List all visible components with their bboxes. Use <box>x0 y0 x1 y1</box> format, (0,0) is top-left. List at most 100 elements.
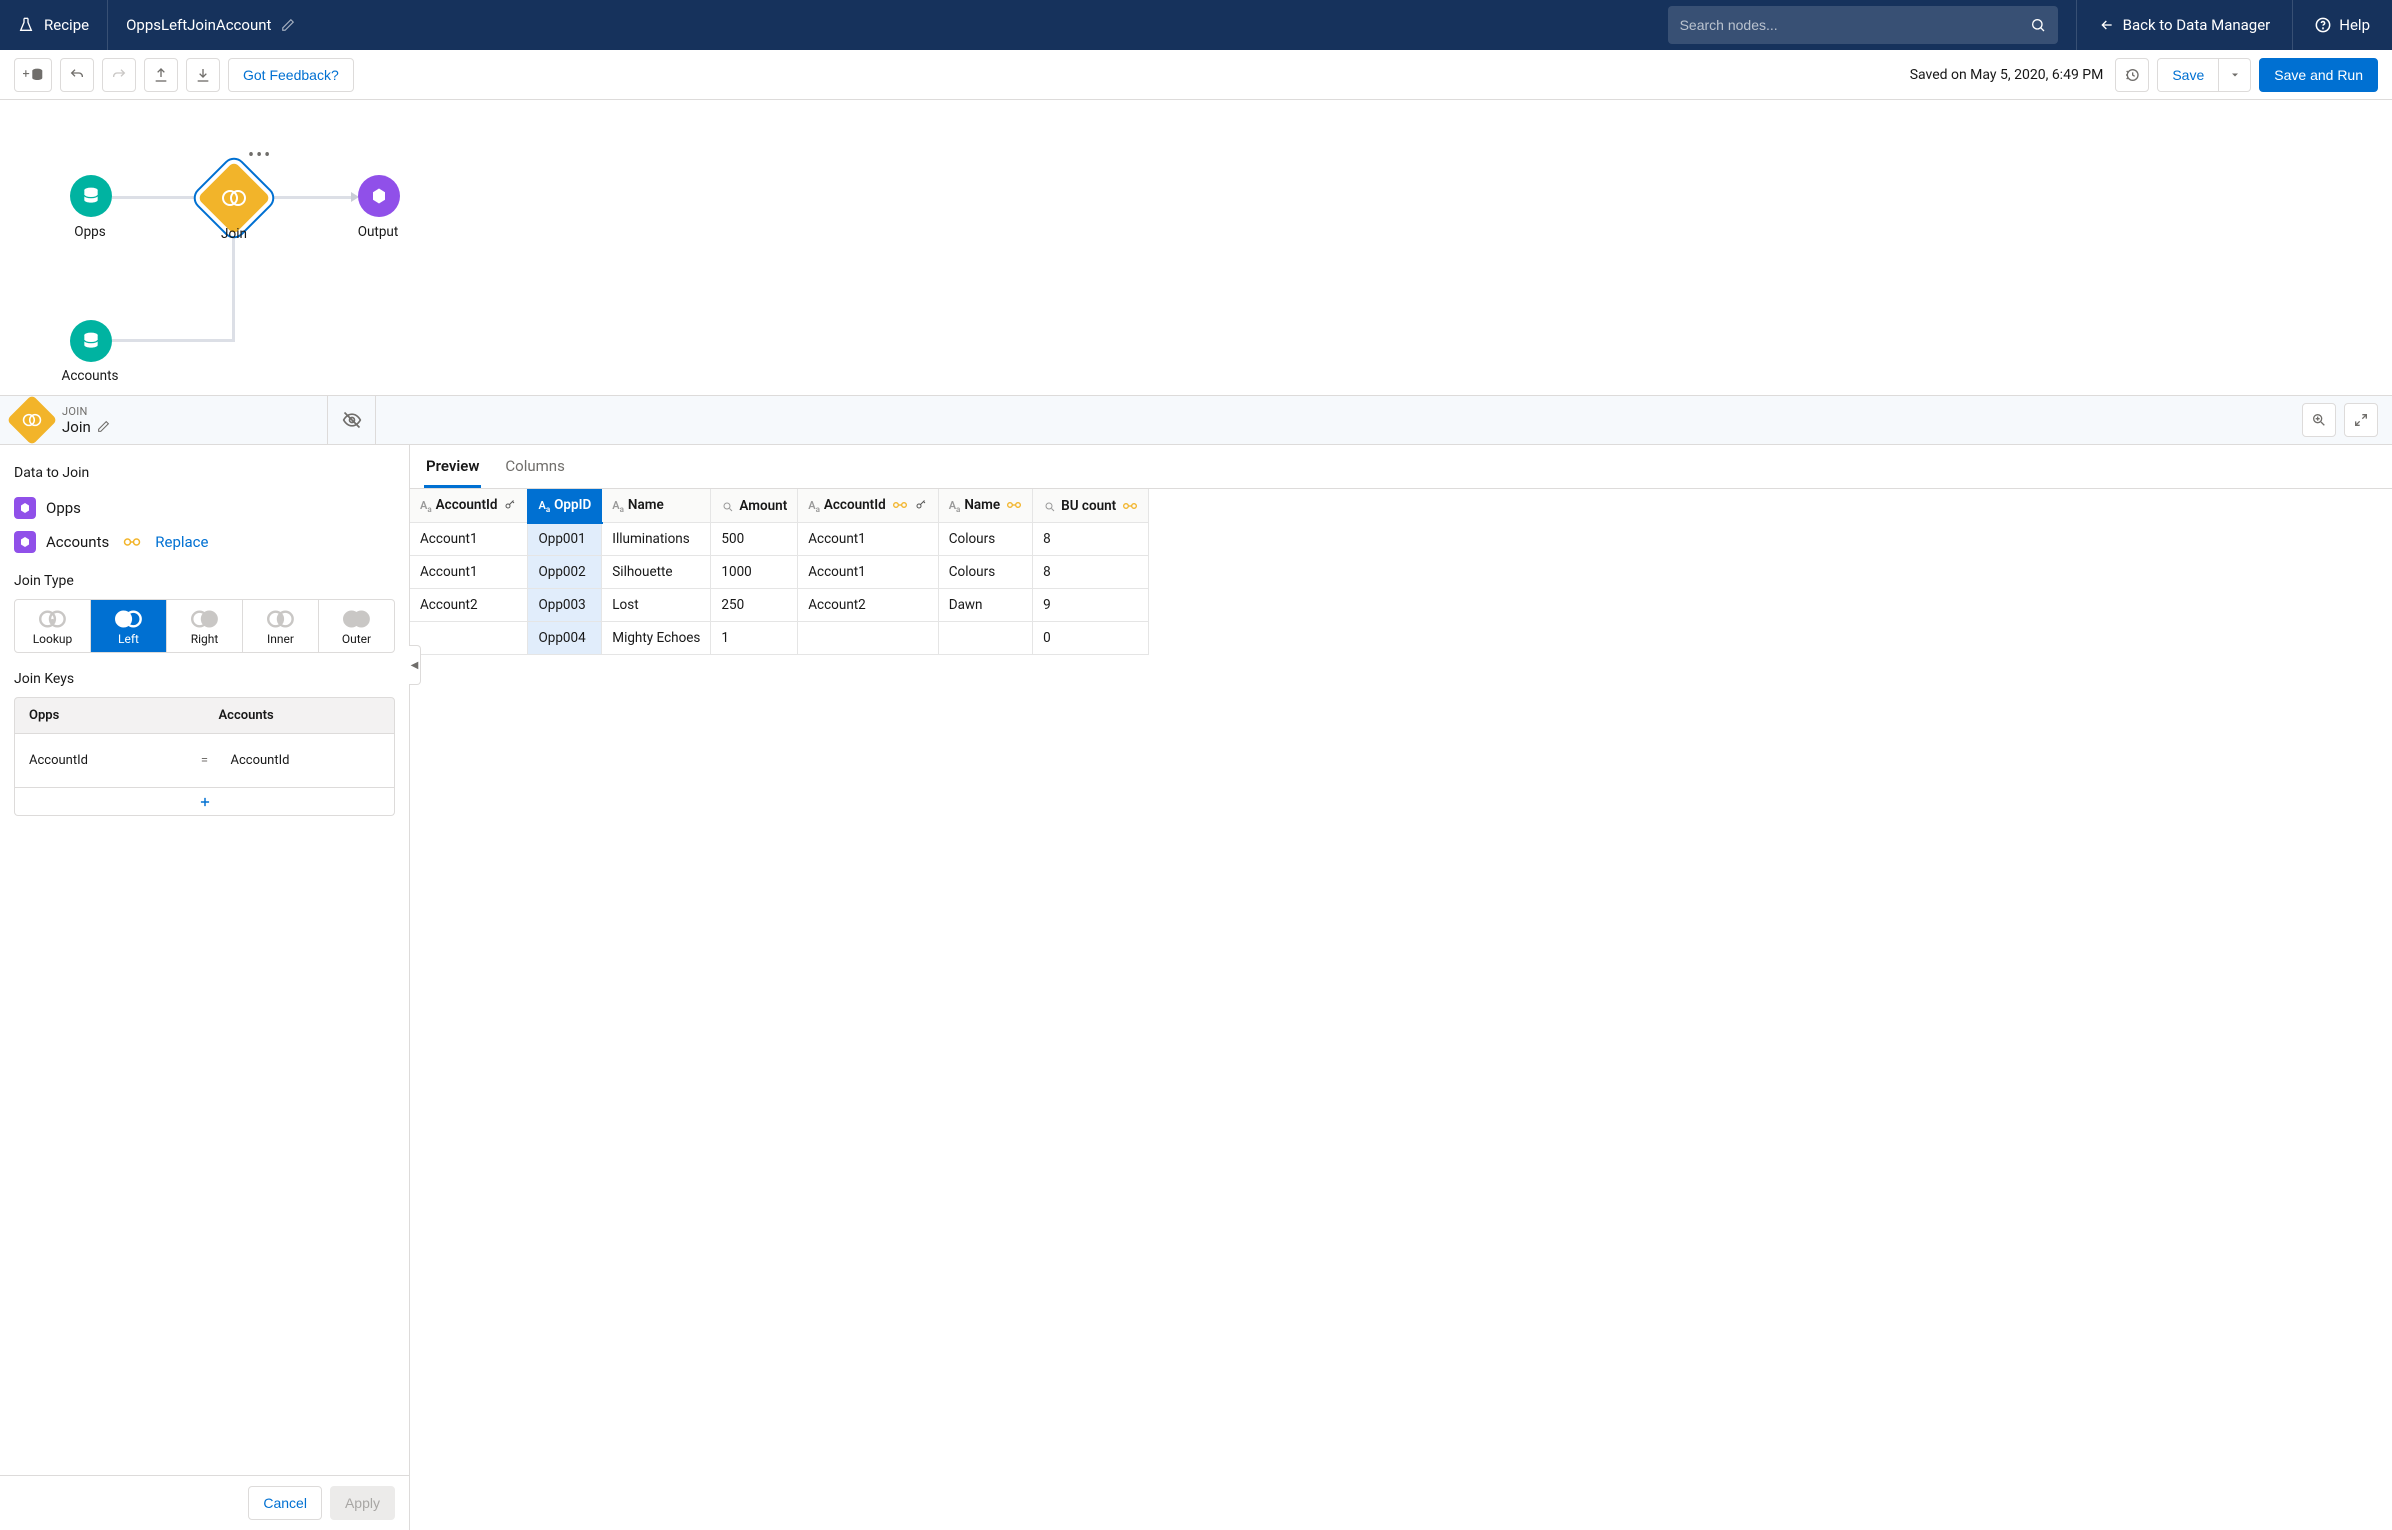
venn-left-icon <box>115 608 142 630</box>
cell[interactable]: Lost <box>602 589 711 622</box>
table-row[interactable]: Account2Opp003Lost250Account2Dawn9 <box>410 589 1149 622</box>
recipe-title: OppsLeftJoinAccount <box>126 16 271 34</box>
column-header-OppID[interactable]: AaOppID <box>528 489 602 523</box>
apply-button[interactable]: Apply <box>330 1486 395 1520</box>
type-icon <box>721 500 735 513</box>
collapse-sidepanel[interactable]: ◀ <box>409 645 421 685</box>
data-item: Opps <box>14 491 395 525</box>
join-type-outer[interactable]: Outer <box>318 600 394 652</box>
node-output[interactable] <box>358 175 400 217</box>
feedback-button[interactable]: Got Feedback? <box>228 58 354 92</box>
zoom-preview-button[interactable] <box>2302 403 2336 437</box>
cell[interactable]: Account1 <box>798 523 938 556</box>
saved-timestamp: Saved on May 5, 2020, 6:49 PM <box>1910 67 2104 83</box>
type-icon: Aa <box>949 499 961 512</box>
toggle-preview-visibility[interactable] <box>328 396 376 444</box>
cell[interactable] <box>938 622 1032 655</box>
node-opps[interactable] <box>70 175 112 217</box>
join-type-inner[interactable]: Inner <box>242 600 318 652</box>
eye-off-icon <box>342 410 362 430</box>
help-link[interactable]: Help <box>2292 0 2392 50</box>
column-header-AccountId[interactable]: AaAccountId <box>410 489 528 523</box>
cell[interactable]: 0 <box>1033 622 1149 655</box>
table-row[interactable]: Account1Opp001Illuminations500Account1Co… <box>410 523 1149 556</box>
cell[interactable]: Opp001 <box>528 523 602 556</box>
column-header-AccountId_r[interactable]: AaAccountId <box>798 489 938 523</box>
upload-button[interactable] <box>144 58 178 92</box>
cell[interactable]: 500 <box>711 523 798 556</box>
join-keys-left-header: Opps <box>15 698 205 733</box>
edit-title-icon[interactable] <box>281 18 295 32</box>
cell[interactable]: 8 <box>1033 523 1149 556</box>
cell[interactable]: Illuminations <box>602 523 711 556</box>
panel-type-label: JOIN <box>62 405 110 418</box>
column-header-BU_count[interactable]: BU count <box>1033 489 1149 523</box>
preview-table-wrap[interactable]: AaAccountIdAaOppIDAaNameAmountAaAccountI… <box>410 489 2392 1530</box>
redo-button[interactable] <box>102 58 136 92</box>
cell[interactable]: Mighty Echoes <box>602 622 711 655</box>
join-type-left[interactable]: Left <box>90 600 166 652</box>
link-icon <box>119 537 145 547</box>
table-row[interactable]: Account1Opp002Silhouette1000Account1Colo… <box>410 556 1149 589</box>
cancel-button[interactable]: Cancel <box>248 1486 322 1520</box>
edit-node-name-icon[interactable] <box>97 420 110 433</box>
cell[interactable] <box>410 622 528 655</box>
join-type-right[interactable]: Right <box>166 600 242 652</box>
cell[interactable]: Account2 <box>798 589 938 622</box>
node-join-menu[interactable]: ••• <box>248 145 272 166</box>
column-header-Amount[interactable]: Amount <box>711 489 798 523</box>
join-key-row[interactable]: AccountId=AccountId <box>14 734 395 788</box>
save-button[interactable]: Save <box>2157 58 2219 92</box>
cell[interactable]: 1 <box>711 622 798 655</box>
cell[interactable]: Opp002 <box>528 556 602 589</box>
save-menu-button[interactable] <box>2219 58 2251 92</box>
search-icon <box>2030 17 2046 33</box>
type-icon: Aa <box>538 499 550 512</box>
recipe-canvas[interactable]: Opps Accounts ••• Join Output <box>0 100 2392 395</box>
add-node-button[interactable] <box>14 58 52 92</box>
tab-columns[interactable]: Columns <box>503 445 566 488</box>
cell[interactable]: Account2 <box>410 589 528 622</box>
link-icon <box>892 497 908 513</box>
tab-preview[interactable]: Preview <box>424 445 481 488</box>
save-and-run-button[interactable]: Save and Run <box>2259 58 2378 92</box>
history-button[interactable] <box>2115 58 2149 92</box>
cell[interactable]: Opp003 <box>528 589 602 622</box>
dataset-icon <box>81 186 101 206</box>
cell[interactable]: Opp004 <box>528 622 602 655</box>
preview-panel: ◀ Preview Columns AaAccountIdAaOppIDAaNa… <box>410 445 2392 1530</box>
search-input[interactable] <box>1668 6 2058 44</box>
join-key-right[interactable]: AccountId <box>217 743 395 778</box>
node-join[interactable] <box>197 161 271 235</box>
join-key-left[interactable]: AccountId <box>15 743 193 778</box>
undo-button[interactable] <box>60 58 94 92</box>
cell[interactable]: Dawn <box>938 589 1032 622</box>
join-type-lookup[interactable]: Lookup <box>15 600 90 652</box>
table-row[interactable]: Opp004Mighty Echoes1 0 <box>410 622 1149 655</box>
cell[interactable] <box>798 622 938 655</box>
cell[interactable]: Account1 <box>410 523 528 556</box>
add-join-key[interactable] <box>14 788 395 816</box>
link-icon <box>1122 498 1138 514</box>
cell[interactable]: Colours <box>938 523 1032 556</box>
cell[interactable]: 9 <box>1033 589 1149 622</box>
cell[interactable]: 1000 <box>711 556 798 589</box>
column-header-Name_l[interactable]: AaName <box>602 489 711 523</box>
section-data-to-join: Data to Join <box>14 465 395 481</box>
replace-link[interactable]: Replace <box>155 533 208 551</box>
help-label: Help <box>2339 16 2370 34</box>
cell[interactable]: 8 <box>1033 556 1149 589</box>
cell[interactable]: Account1 <box>798 556 938 589</box>
cell[interactable]: Colours <box>938 556 1032 589</box>
expand-preview-button[interactable] <box>2344 403 2378 437</box>
search-nodes[interactable] <box>1668 6 2058 44</box>
cell[interactable]: Silhouette <box>602 556 711 589</box>
column-header-Name_r[interactable]: AaName <box>938 489 1032 523</box>
recipe-icon <box>18 17 34 33</box>
back-to-data-manager[interactable]: Back to Data Manager <box>2076 0 2293 50</box>
panel-title-col: JOIN Join <box>62 405 110 436</box>
download-button[interactable] <box>186 58 220 92</box>
cell[interactable]: Account1 <box>410 556 528 589</box>
cell[interactable]: 250 <box>711 589 798 622</box>
node-accounts[interactable] <box>70 320 112 362</box>
